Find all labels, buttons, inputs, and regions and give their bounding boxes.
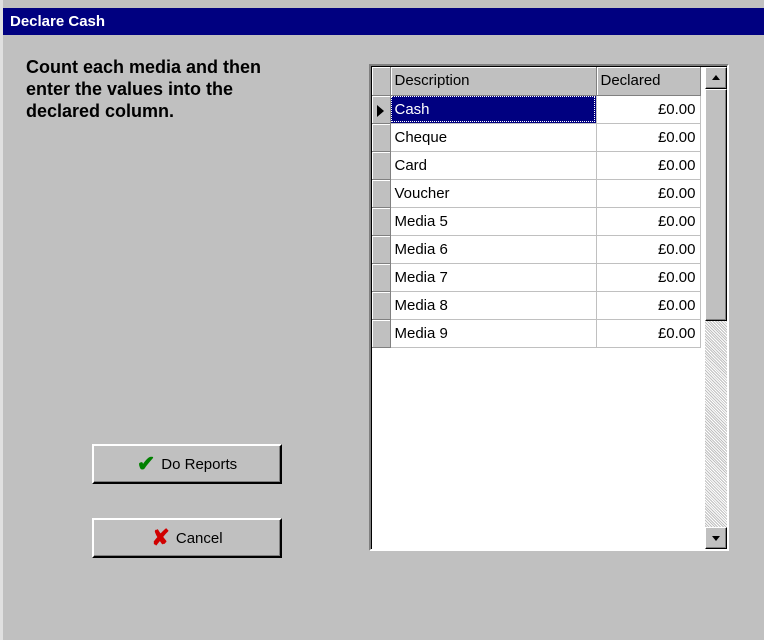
table-row[interactable]: Media 6 £0.00 [372, 235, 701, 264]
column-header-declared[interactable]: Declared [596, 67, 701, 96]
description-cell[interactable]: Media 5 [390, 207, 597, 236]
declared-table: Description Declared Cash £0.00 Cheque £… [372, 67, 701, 348]
row-indicator[interactable] [372, 263, 391, 292]
declared-cell[interactable]: £0.00 [596, 95, 701, 124]
declared-grid[interactable]: Description Declared Cash £0.00 Cheque £… [369, 64, 729, 551]
table-row[interactable]: Media 5 £0.00 [372, 207, 701, 236]
table-row[interactable]: Media 7 £0.00 [372, 263, 701, 292]
declared-cell[interactable]: £0.00 [596, 151, 701, 180]
column-header-description[interactable]: Description [390, 67, 597, 96]
description-cell[interactable]: Cheque [390, 123, 597, 152]
description-cell[interactable]: Card [390, 151, 597, 180]
table-row[interactable]: Voucher £0.00 [372, 179, 701, 208]
declared-cell[interactable]: £0.00 [596, 179, 701, 208]
table-row[interactable]: Media 8 £0.00 [372, 291, 701, 320]
declared-cell[interactable]: £0.00 [596, 291, 701, 320]
row-indicator[interactable] [372, 319, 391, 348]
table-row[interactable]: Media 9 £0.00 [372, 319, 701, 348]
description-cell[interactable]: Voucher [390, 179, 597, 208]
description-cell[interactable]: Media 7 [390, 263, 597, 292]
row-indicator[interactable] [372, 151, 391, 180]
row-indicator[interactable] [372, 291, 391, 320]
row-indicator[interactable] [372, 95, 391, 124]
table-row[interactable]: Cheque £0.00 [372, 123, 701, 152]
scroll-up-button[interactable] [705, 67, 727, 89]
table-row[interactable]: Card £0.00 [372, 151, 701, 180]
vertical-scrollbar[interactable] [705, 67, 727, 549]
declared-cell[interactable]: £0.00 [596, 123, 701, 152]
cross-icon: ✘ [151, 525, 170, 550]
header-indicator [372, 67, 391, 96]
window-title: Declare Cash [3, 8, 764, 35]
do-reports-label: Do Reports [161, 455, 238, 473]
cancel-label: Cancel [175, 529, 223, 547]
header-row: Description Declared [372, 67, 701, 96]
declared-cell[interactable]: £0.00 [596, 207, 701, 236]
declared-cell[interactable]: £0.00 [596, 235, 701, 264]
row-indicator[interactable] [372, 123, 391, 152]
cancel-button[interactable]: ✘ Cancel [92, 518, 282, 558]
description-cell[interactable]: Media 8 [390, 291, 597, 320]
scroll-up-arrow-icon [712, 75, 720, 80]
scroll-down-arrow-icon [712, 536, 720, 541]
instructions-text: Count each media and then enter the valu… [26, 57, 262, 121]
description-cell[interactable]: Cash [390, 95, 597, 124]
description-cell[interactable]: Media 6 [390, 235, 597, 264]
current-row-arrow-icon [377, 104, 384, 117]
do-reports-button[interactable]: ✔ Do Reports [92, 444, 282, 484]
row-indicator[interactable] [372, 179, 391, 208]
declare-cash-window: Declare Cash Count each media and then e… [0, 0, 764, 640]
check-icon: ✔ [136, 451, 156, 476]
declared-cell[interactable]: £0.00 [596, 319, 701, 348]
row-indicator[interactable] [372, 235, 391, 264]
scroll-thumb[interactable] [705, 89, 727, 321]
declared-cell[interactable]: £0.00 [596, 263, 701, 292]
description-cell[interactable]: Media 9 [390, 319, 597, 348]
row-indicator[interactable] [372, 207, 391, 236]
scroll-down-button[interactable] [705, 527, 727, 549]
table-row[interactable]: Cash £0.00 [372, 95, 701, 124]
